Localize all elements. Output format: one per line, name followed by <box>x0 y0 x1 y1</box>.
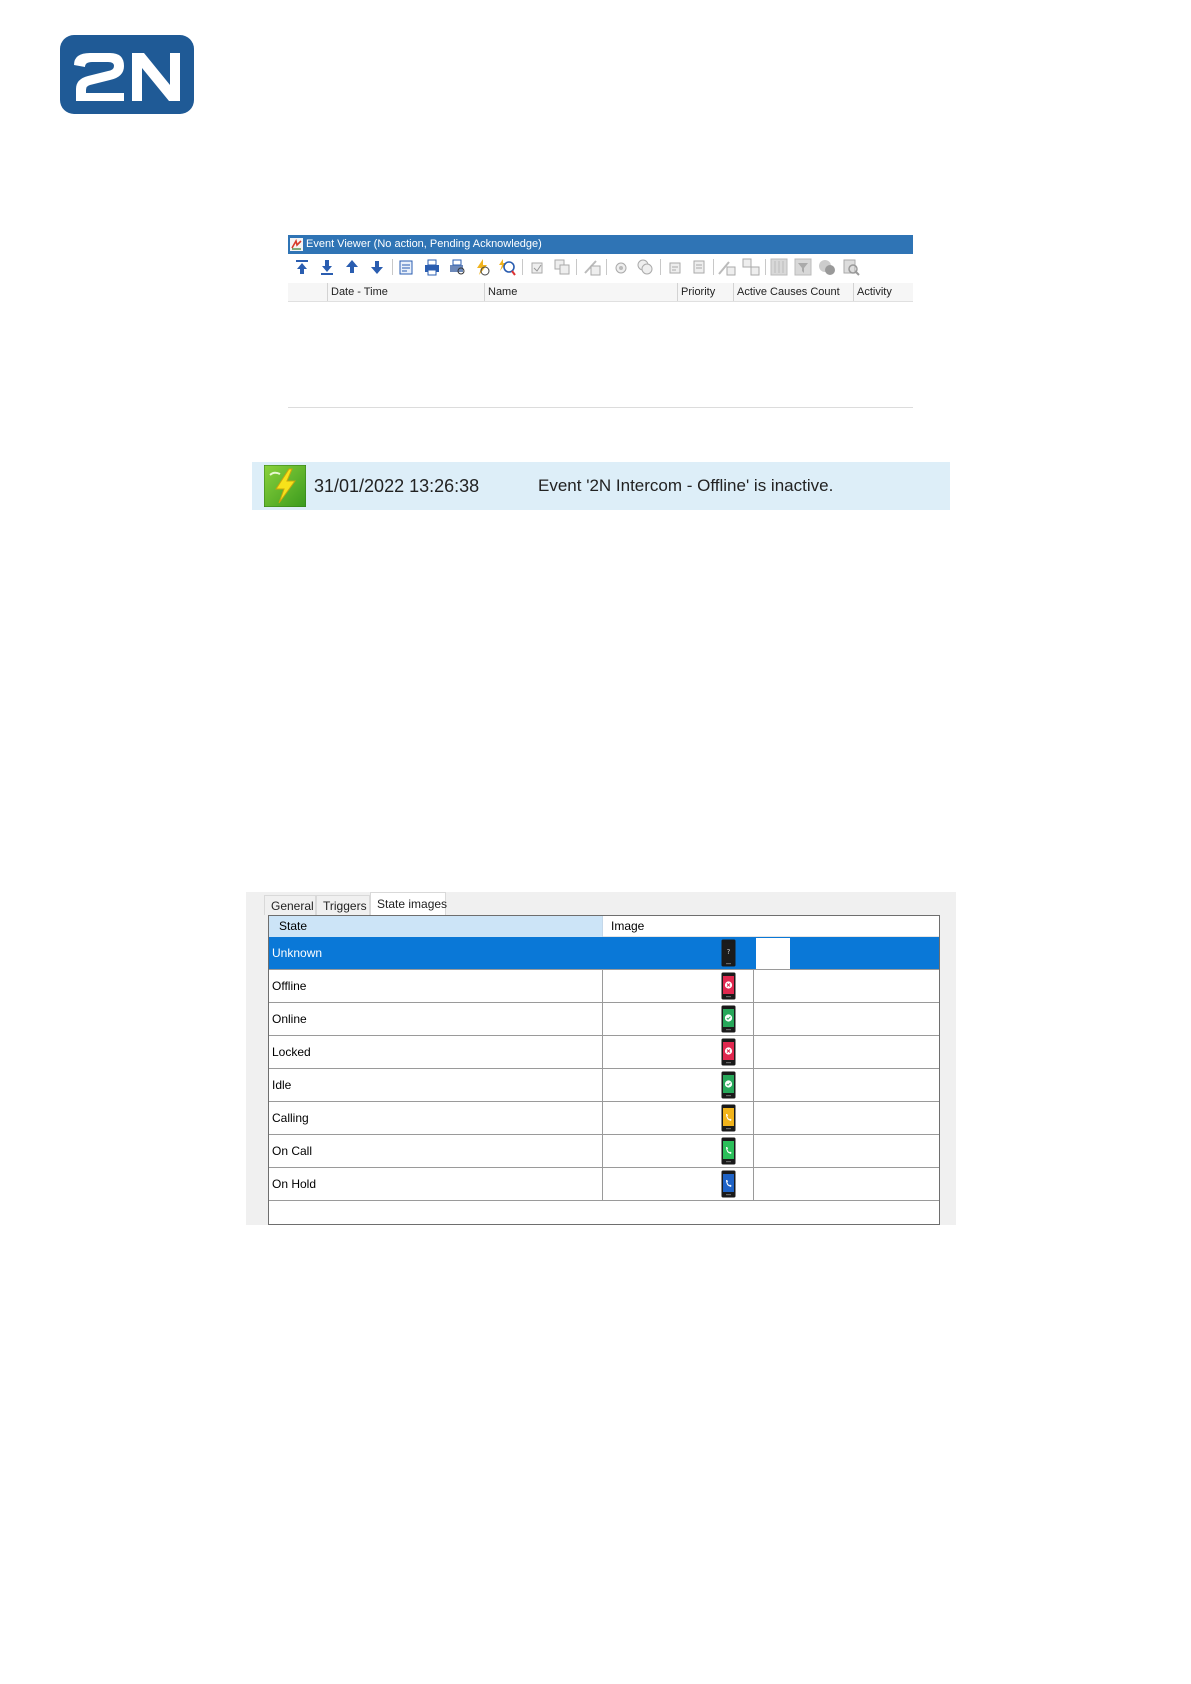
event-viewer-column-header: Date - Time Name Priority Active Causes … <box>288 283 913 302</box>
check-all-icon[interactable] <box>552 257 572 277</box>
state-row-unknown[interactable]: Unknown? <box>269 937 939 970</box>
device-offline-icon <box>721 972 736 1000</box>
state-name: Online <box>269 1003 603 1035</box>
state-name: Unknown <box>269 937 603 969</box>
state-row-offline[interactable]: Offline <box>269 970 939 1003</box>
state-images-dialog: General Triggers State images State Imag… <box>246 892 956 1225</box>
delete-icon[interactable] <box>817 257 837 277</box>
event-viewer-bottom-divider <box>288 407 913 408</box>
tab-state-images[interactable]: State images <box>370 892 447 916</box>
state-row-idle[interactable]: Idle <box>269 1069 939 1102</box>
state-row-on-call[interactable]: On Call <box>269 1135 939 1168</box>
state-images-grid: State Image Unknown? Offline Online Locked I… <box>268 915 940 1225</box>
state-name: Idle <box>269 1069 603 1101</box>
grid-header: State Image <box>269 916 939 937</box>
settings-all-icon[interactable] <box>635 257 655 277</box>
state-row-calling[interactable]: Calling <box>269 1102 939 1135</box>
column-activity[interactable]: Activity <box>853 283 913 301</box>
device-unknown-icon: ? <box>721 939 736 967</box>
state-name: Offline <box>269 970 603 1002</box>
notification-message: Event '2N Intercom - Offline' is inactiv… <box>538 476 834 495</box>
state-row-locked[interactable]: Locked <box>269 1036 939 1069</box>
move-down-icon[interactable] <box>367 257 387 277</box>
print-icon[interactable] <box>422 257 442 277</box>
state-name: On Hold <box>269 1168 603 1200</box>
device-locked-icon <box>721 1038 736 1066</box>
notification-datetime: 31/01/2022 13:26:38 <box>314 476 480 496</box>
group-icon[interactable] <box>717 257 737 277</box>
acknowledge-icon[interactable] <box>472 257 492 277</box>
column-state[interactable]: State <box>269 916 603 937</box>
note-icon[interactable] <box>665 257 685 277</box>
event-viewer-panel: Event Viewer (No action, Pending Acknowl… <box>288 235 913 409</box>
toolbar-separator <box>392 259 393 275</box>
lightning-event-icon <box>264 465 306 507</box>
filter-icon[interactable] <box>793 257 813 277</box>
move-top-icon[interactable] <box>292 257 312 277</box>
toolbar-separator <box>576 259 577 275</box>
device-onhold-icon <box>721 1170 736 1198</box>
event-notification[interactable]: 31/01/2022 13:26:38 Event '2N Intercom -… <box>252 462 950 510</box>
toolbar-separator <box>522 259 523 275</box>
state-row-on-hold[interactable]: On Hold <box>269 1168 939 1201</box>
toolbar-separator <box>606 259 607 275</box>
tab-general[interactable]: General <box>264 895 316 915</box>
column-active-causes-count[interactable]: Active Causes Count <box>733 283 853 301</box>
selected-image-highlight <box>756 938 790 969</box>
export-icon[interactable] <box>397 257 417 277</box>
column-name[interactable]: Name <box>484 283 677 301</box>
toolbar-separator <box>713 259 714 275</box>
column-date-time[interactable]: Date - Time <box>327 283 484 301</box>
state-name: Calling <box>269 1102 603 1134</box>
column-priority[interactable]: Priority <box>677 283 733 301</box>
event-viewer-title: Event Viewer (No action, Pending Acknowl… <box>306 238 542 250</box>
toolbar-separator <box>660 259 661 275</box>
column-image[interactable]: Image <box>603 916 939 937</box>
event-viewer-app-icon <box>290 238 303 251</box>
close-event-icon[interactable] <box>582 257 602 277</box>
copy-icon[interactable] <box>689 257 709 277</box>
device-calling-icon <box>721 1104 736 1132</box>
state-row-online[interactable]: Online <box>269 1003 939 1036</box>
device-idle-icon <box>721 1071 736 1099</box>
toolbar-separator <box>765 259 766 275</box>
properties-icon[interactable] <box>841 257 861 277</box>
device-online-icon <box>721 1005 736 1033</box>
state-name: On Call <box>269 1135 603 1167</box>
search-icon[interactable] <box>497 257 517 277</box>
check-icon[interactable] <box>528 257 548 277</box>
grid-icon[interactable] <box>769 257 789 277</box>
move-up-icon[interactable] <box>342 257 362 277</box>
group-edit-icon[interactable] <box>741 257 761 277</box>
state-name: Locked <box>269 1036 603 1068</box>
print-preview-icon[interactable] <box>447 257 467 277</box>
move-bottom-icon[interactable] <box>317 257 337 277</box>
svg-text:?: ? <box>727 948 731 956</box>
company-logo <box>60 35 194 114</box>
device-oncall-icon <box>721 1137 736 1165</box>
tab-triggers[interactable]: Triggers <box>316 895 370 915</box>
settings-icon[interactable] <box>611 257 631 277</box>
event-viewer-title-bar: Event Viewer (No action, Pending Acknowl… <box>288 235 913 254</box>
